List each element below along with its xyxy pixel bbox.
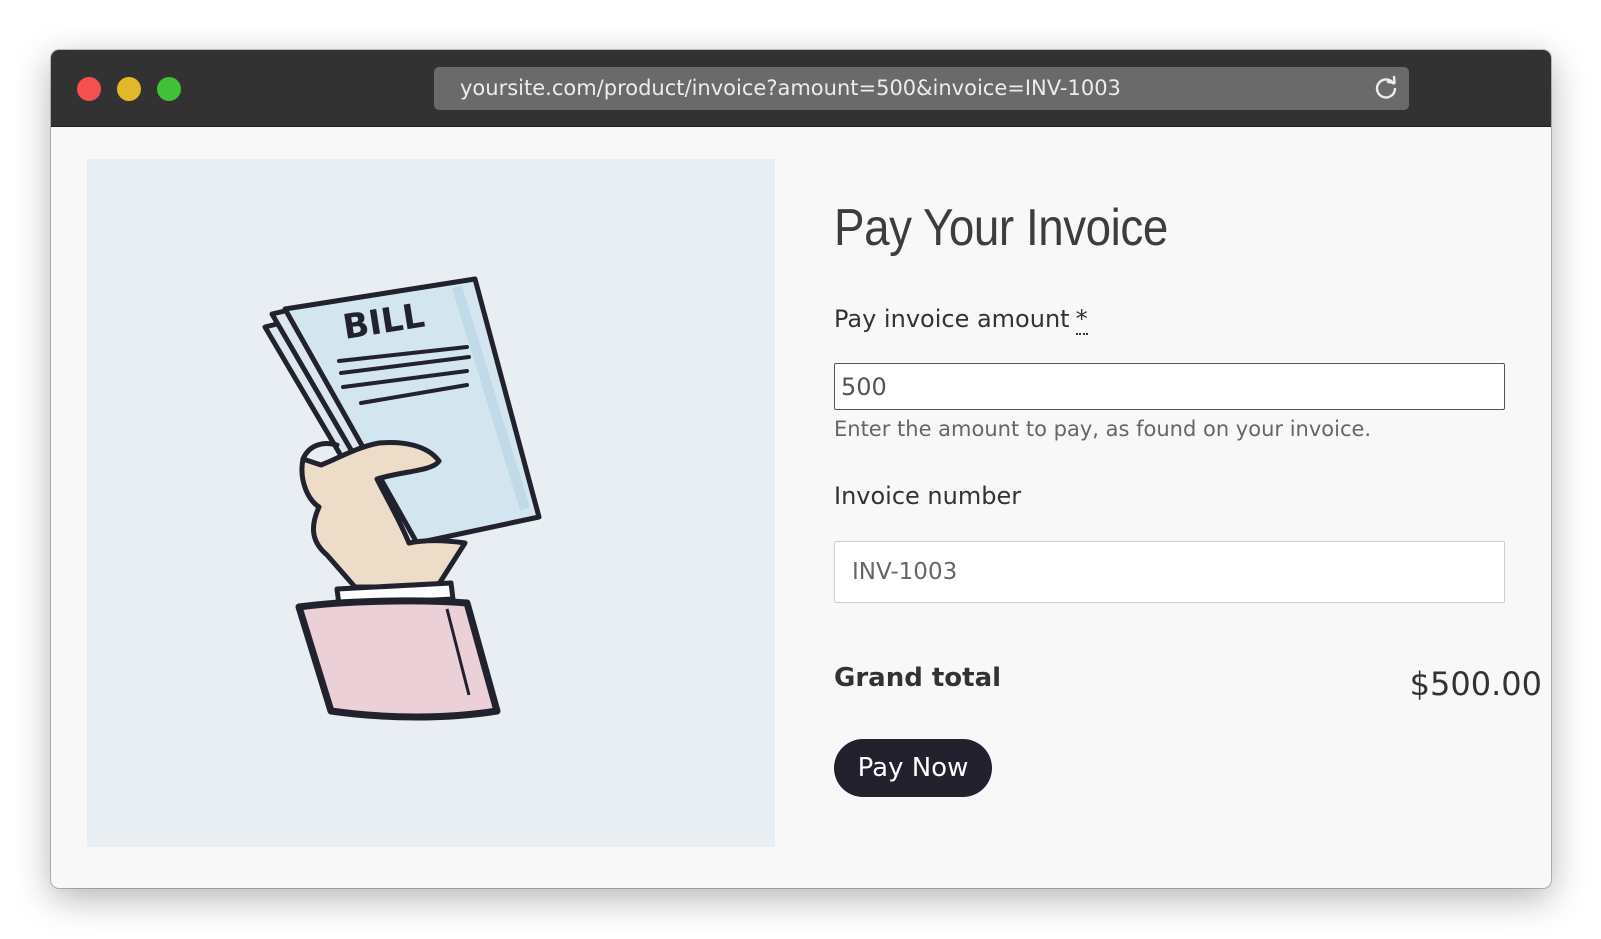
browser-window: yoursite.com/product/invoice?amount=500&… <box>51 50 1551 888</box>
bill-illustration: BILL <box>87 159 775 847</box>
invoice-form: Pay Your Invoice Pay invoice amount* Ent… <box>834 127 1542 888</box>
grand-total-value: $500.00 <box>1409 665 1542 703</box>
required-marker: * <box>1075 305 1088 335</box>
hand-holding-bill-image: BILL <box>262 276 542 721</box>
minimize-window-button[interactable] <box>117 77 141 101</box>
close-window-button[interactable] <box>77 77 101 101</box>
url-text[interactable]: yoursite.com/product/invoice?amount=500&… <box>460 67 1121 110</box>
amount-input[interactable] <box>834 363 1505 410</box>
amount-help-text: Enter the amount to pay, as found on you… <box>834 417 1372 441</box>
address-bar[interactable]: yoursite.com/product/invoice?amount=500&… <box>434 67 1409 110</box>
invoice-number-input[interactable] <box>834 541 1505 603</box>
invoice-number-label: Invoice number <box>834 482 1022 510</box>
pay-now-button[interactable]: Pay Now <box>834 739 992 797</box>
page-content: BILL Pay Your Invoice Pay invoice amount… <box>51 127 1551 888</box>
browser-titlebar: yoursite.com/product/invoice?amount=500&… <box>51 50 1551 127</box>
reload-icon[interactable] <box>1373 75 1399 101</box>
amount-label-text: Pay invoice amount <box>834 305 1070 333</box>
page-title: Pay Your Invoice <box>834 199 1168 257</box>
maximize-window-button[interactable] <box>157 77 181 101</box>
grand-total-label: Grand total <box>834 663 1002 693</box>
amount-label: Pay invoice amount * <box>834 305 1088 335</box>
